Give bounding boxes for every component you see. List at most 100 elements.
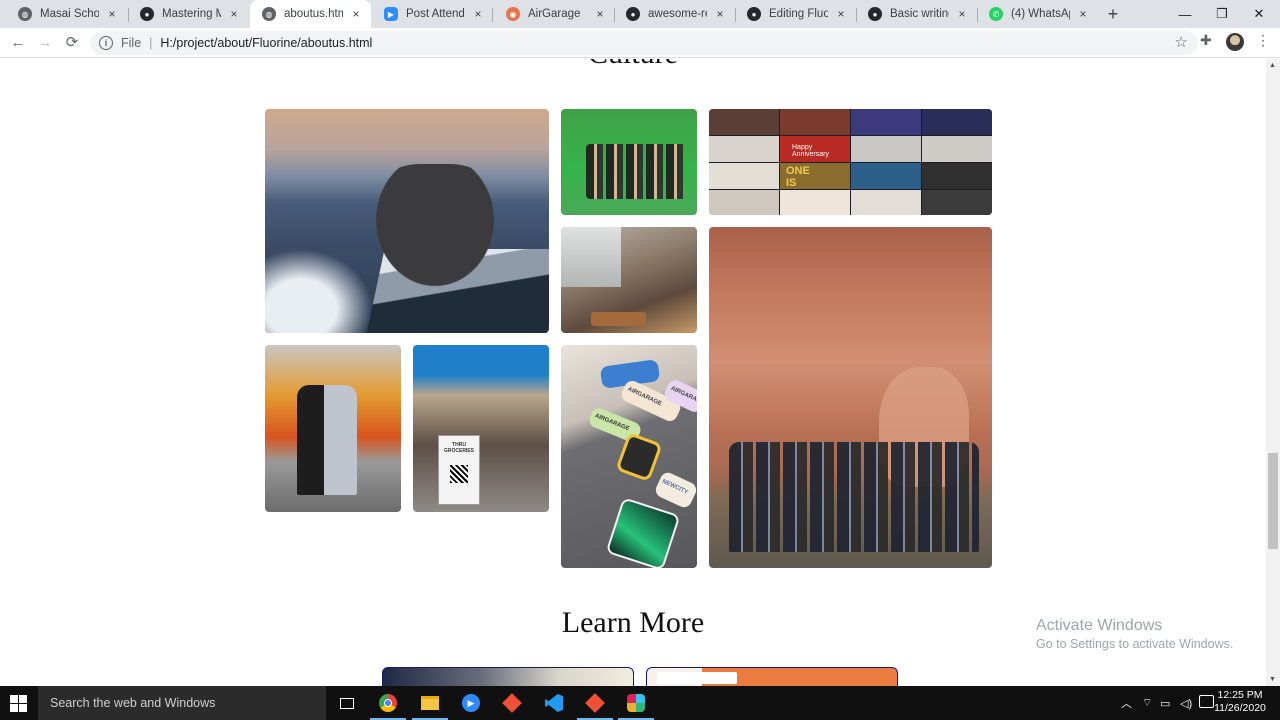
close-icon[interactable]: ×: [593, 7, 607, 21]
close-window-button[interactable]: ✕: [1236, 0, 1280, 28]
tab-title: Mastering Mar: [162, 8, 221, 20]
tab-editing-fluorine[interactable]: ● Editing Fluorin ×: [735, 0, 856, 28]
card-preview-snippet: [657, 672, 737, 684]
laptop-stickers-photo: AIRGARAGE AIRGARAGE AIRGARAGE NEWCITY: [561, 345, 697, 568]
learn-more-card-1[interactable]: [382, 667, 634, 686]
volume-icon[interactable]: ◁): [1180, 686, 1192, 720]
chrome-icon[interactable]: [376, 691, 400, 715]
action-center-icon[interactable]: [1199, 695, 1214, 708]
tab-title: Post Attendee: [406, 8, 465, 20]
scroll-thumb[interactable]: [1268, 453, 1278, 549]
zoom-tile: [780, 190, 850, 215]
git-icon[interactable]: [500, 691, 524, 715]
tab-basic-writing[interactable]: ● Basic writing ar ×: [856, 0, 977, 28]
page-viewport: Culture Happy Anniversary ONEIS: [0, 59, 1266, 686]
git-icon[interactable]: [583, 691, 607, 715]
zoom-tile: [709, 190, 779, 215]
url-scheme: File: [121, 36, 142, 50]
profile-avatar[interactable]: [1226, 33, 1244, 51]
zoom-tile: [922, 190, 992, 215]
tab-title: (4) WhatsApp: [1011, 8, 1070, 20]
github-icon: ●: [626, 7, 640, 21]
zoom-tile: [851, 136, 921, 162]
github-icon: ●: [868, 7, 882, 21]
close-icon[interactable]: ×: [834, 7, 848, 21]
lounge-window: [561, 227, 621, 287]
close-icon[interactable]: ×: [471, 7, 485, 21]
scroll-down-icon[interactable]: ▼: [1269, 676, 1276, 683]
show-hidden-icons-icon[interactable]: ︿: [1121, 686, 1132, 720]
close-icon[interactable]: ×: [713, 7, 727, 21]
learn-more-card-2[interactable]: [646, 667, 898, 686]
airgarage-icon: ◉: [506, 7, 520, 21]
task-view-icon[interactable]: [335, 691, 359, 715]
wifi-icon[interactable]: ⌔: [1142, 686, 1152, 720]
zoom-icon: ▶: [384, 7, 398, 21]
close-icon[interactable]: ×: [227, 7, 241, 21]
boat-photo: [265, 109, 549, 333]
activate-subtitle: Go to Settings to activate Windows.: [1036, 637, 1234, 651]
taskbar-search-input[interactable]: Search the web and Windows: [38, 686, 326, 720]
url-divider: |: [149, 36, 153, 50]
office-lounge-photo: [561, 227, 697, 333]
windows-taskbar: Search the web and Windows ▶ ︿ ⌔ ▭ ◁) 12…: [0, 686, 1280, 720]
close-icon[interactable]: ×: [955, 7, 969, 21]
address-bar[interactable]: i File | H:/project/about/Fluorine/about…: [90, 31, 1198, 55]
zoom-one-text: ONE: [786, 165, 810, 177]
close-icon[interactable]: ×: [349, 7, 363, 21]
taskbar-clock[interactable]: 12:25 PM 11/26/2020: [1214, 689, 1266, 715]
zoom-icon[interactable]: ▶: [459, 691, 483, 715]
zoom-tile: [709, 109, 779, 135]
page-scrollbar[interactable]: ▲ ▼: [1266, 59, 1280, 686]
tab-aboutus-active[interactable]: ◍ aboutus.html ×: [250, 0, 371, 28]
zoom-tile: [851, 163, 921, 189]
zoom-tile: [922, 109, 992, 135]
url-text[interactable]: H:/project/about/Fluorine/aboutus.html: [160, 36, 372, 50]
tab-whatsapp[interactable]: ✆ (4) WhatsApp ×: [977, 0, 1098, 28]
close-icon[interactable]: ×: [105, 7, 119, 21]
sticker: [615, 432, 663, 482]
tab-title: aboutus.html: [284, 8, 343, 20]
street-car-photo: [265, 345, 401, 512]
extensions-icon[interactable]: ✚: [1200, 32, 1212, 49]
scroll-up-icon[interactable]: ▲: [1269, 62, 1276, 69]
file-explorer-icon[interactable]: [418, 691, 442, 715]
tab-mastering-markdown[interactable]: ● Mastering Mar ×: [128, 0, 249, 28]
forward-button[interactable]: →: [34, 32, 56, 54]
browser-toolbar: ← → ⟳ i File | H:/project/about/Fluorine…: [0, 28, 1280, 58]
battery-icon[interactable]: ▭: [1160, 686, 1170, 720]
zoom-tile: [851, 109, 921, 135]
culture-heading: Culture: [0, 59, 1266, 71]
zoom-tile: [851, 190, 921, 215]
activate-windows-watermark: Activate Windows Go to Settings to activ…: [1036, 617, 1233, 651]
tab-title: Editing Fluorin: [769, 8, 828, 20]
zoom-one-tile: ONE IS: [780, 163, 850, 189]
zoom-tile: [922, 136, 992, 162]
street-pair: [297, 385, 357, 495]
reload-button[interactable]: ⟳: [61, 32, 83, 54]
activate-title: Activate Windows: [1036, 617, 1163, 634]
green-screen-photo: [561, 109, 697, 215]
canyon-group-photo: [709, 227, 992, 568]
browser-tab-strip: ◍ Masai School × ● Mastering Mar × ◍ abo…: [0, 0, 1280, 28]
tab-title: Masai School: [40, 8, 99, 20]
slack-icon[interactable]: [624, 691, 648, 715]
windows-start-icon[interactable]: [10, 695, 28, 712]
tab-airgarage[interactable]: ◉ AirGarage ×: [494, 0, 615, 28]
vscode-icon[interactable]: [542, 691, 566, 715]
github-icon: ●: [140, 7, 154, 21]
globe-icon: ◍: [262, 7, 276, 21]
bookmark-star-icon[interactable]: ☆: [1175, 33, 1188, 51]
browser-menu-icon[interactable]: ⋮: [1256, 32, 1270, 49]
close-icon[interactable]: ×: [1076, 7, 1090, 21]
zoom-tile: [780, 109, 850, 135]
new-tab-button[interactable]: +: [1104, 4, 1122, 24]
tab-post-attendee[interactable]: ▶ Post Attendee ×: [372, 0, 493, 28]
canyon-group: [729, 442, 979, 552]
sticker: NEWCITY: [653, 470, 697, 510]
site-info-icon[interactable]: i: [99, 36, 113, 50]
back-button[interactable]: ←: [7, 32, 29, 54]
zoom-tile: [709, 136, 779, 162]
tab-awesome-readme[interactable]: ● awesome-read ×: [614, 0, 735, 28]
tab-masai-school[interactable]: ◍ Masai School ×: [6, 0, 127, 28]
